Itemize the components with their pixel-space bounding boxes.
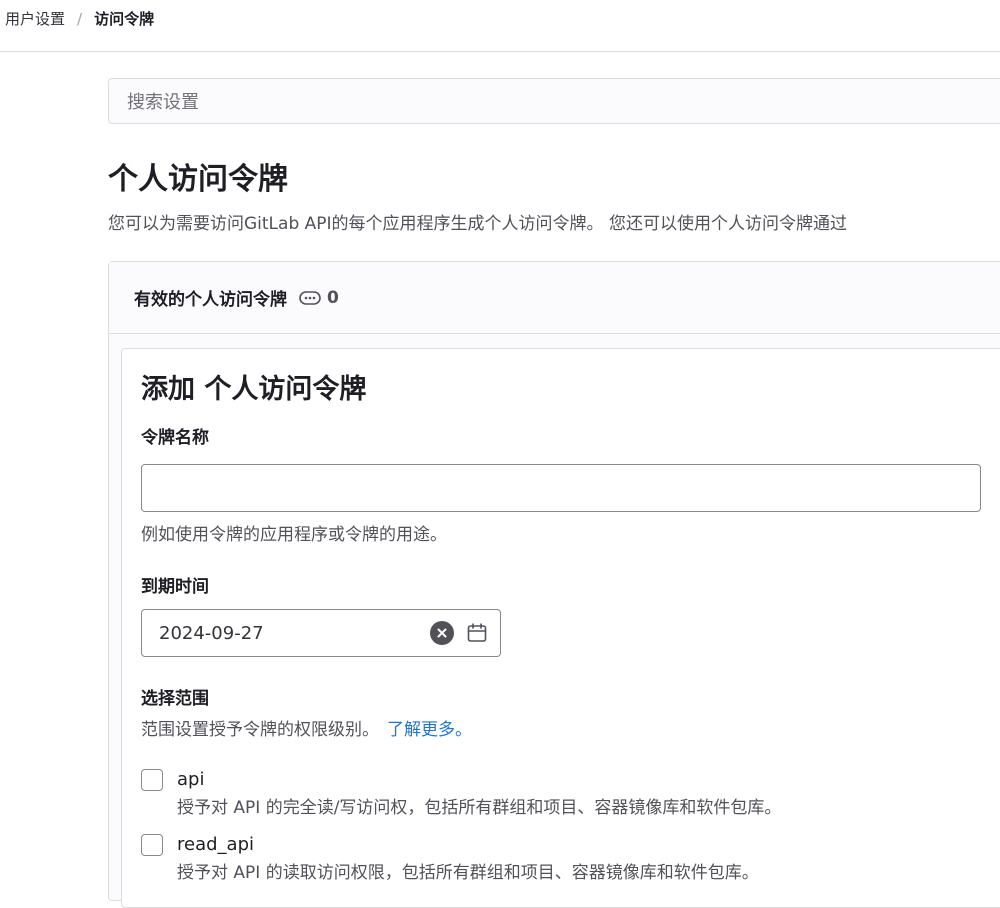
scope-read-api-name: read_api: [177, 834, 254, 855]
active-tokens-title: 有效的个人访问令牌: [134, 290, 287, 310]
scope-api: api 授予对 API 的完全读/写访问权，包括所有群组和项目、容器镜像库和软件…: [141, 767, 781, 821]
scope-read-api-description: 授予对 API 的读取访问权限，包括所有群组和项目、容器镜像库和软件包库。: [177, 863, 759, 883]
scope-api-description: 授予对 API 的完全读/写访问权，包括所有群组和项目、容器镜像库和软件包库。: [177, 798, 782, 818]
active-tokens-card: 有效的个人访问令牌 0 添加 个人访问令牌 令牌名称 例如使用令牌的应用程序或令…: [108, 261, 1000, 908]
search-placeholder: 搜索设置: [127, 92, 199, 113]
active-tokens-header: 有效的个人访问令牌 0: [109, 262, 1000, 334]
calendar-icon[interactable]: [466, 622, 488, 644]
learn-more-link[interactable]: 了解更多。: [387, 720, 472, 740]
expiry-date-input[interactable]: 2024-09-27: [141, 609, 501, 657]
top-bar: 用户设置 / 访问令牌: [0, 0, 1000, 52]
add-token-title: 添加 个人访问令牌: [141, 374, 367, 405]
token-count: 0: [327, 287, 339, 308]
page-description: 您可以为需要访问GitLab API的每个应用程序生成个人访问令牌。 您还可以使…: [108, 214, 847, 234]
token-icon: [299, 290, 321, 305]
breadcrumb-access-tokens[interactable]: 访问令牌: [94, 8, 154, 29]
scope-read-api-checkbox[interactable]: [141, 834, 163, 856]
clear-date-button[interactable]: [430, 621, 454, 645]
scopes-help: 范围设置授予令牌的权限级别。 了解更多。: [141, 715, 472, 740]
page-title: 个人访问令牌: [108, 162, 288, 197]
expiry-date-value: 2024-09-27: [159, 622, 264, 644]
token-name-label: 令牌名称: [141, 428, 209, 448]
scopes-help-text: 范围设置授予令牌的权限级别。: [141, 720, 379, 740]
token-name-help: 例如使用令牌的应用程序或令牌的用途。: [141, 525, 447, 545]
add-token-form: 添加 个人访问令牌 令牌名称 例如使用令牌的应用程序或令牌的用途。 到期时间 2…: [121, 348, 1000, 908]
search-settings-input[interactable]: 搜索设置: [108, 78, 1000, 124]
breadcrumb-separator: /: [77, 9, 83, 28]
breadcrumb: 用户设置 / 访问令牌: [5, 8, 154, 29]
scope-api-checkbox[interactable]: [141, 769, 163, 791]
scope-read-api: read_api 授予对 API 的读取访问权限，包括所有群组和项目、容器镜像库…: [141, 832, 759, 886]
close-icon: [437, 628, 447, 638]
breadcrumb-user-settings[interactable]: 用户设置: [5, 8, 65, 29]
token-count-badge: 0: [299, 288, 339, 308]
scope-api-name: api: [177, 769, 205, 790]
scopes-label: 选择范围: [141, 689, 209, 709]
token-name-input[interactable]: [141, 464, 981, 512]
expiry-date-label: 到期时间: [141, 577, 209, 597]
